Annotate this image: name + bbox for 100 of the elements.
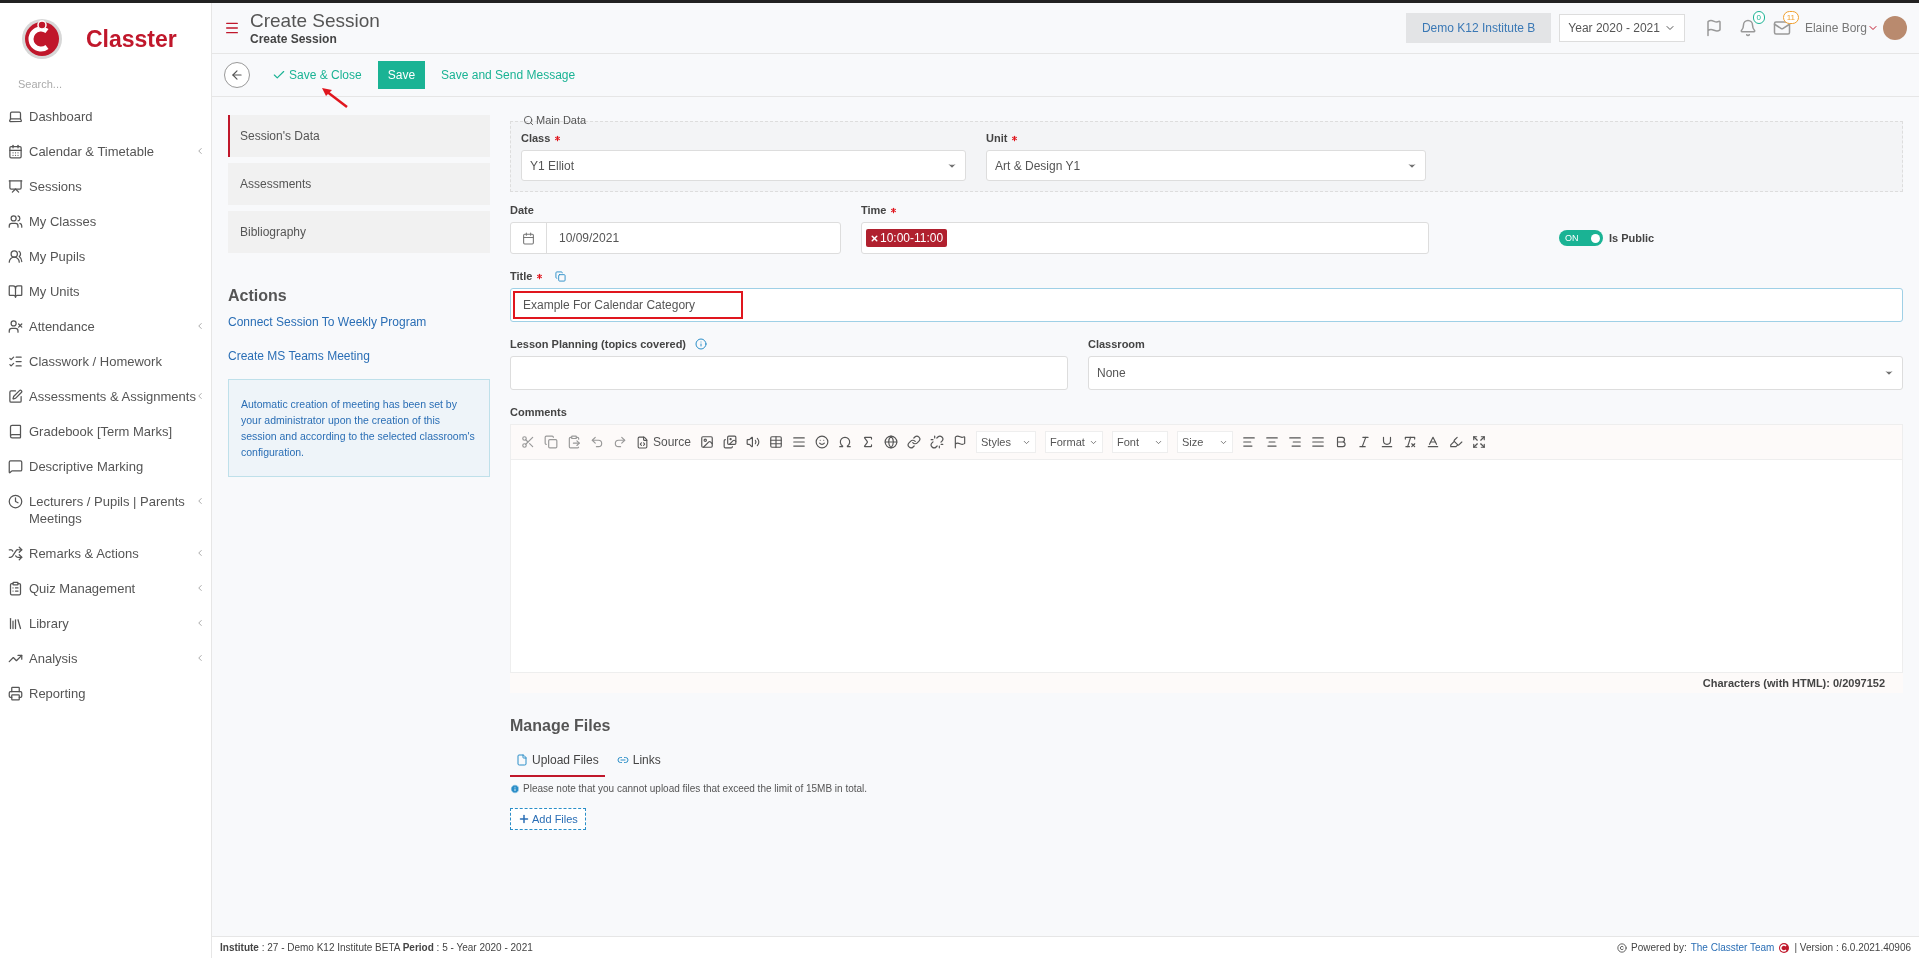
edit-icon <box>8 389 23 404</box>
upload-note: Please note that you cannot upload files that exceed the limit of 15MB in total. <box>523 783 868 794</box>
calendar-icon <box>522 231 535 245</box>
undo-icon[interactable] <box>590 435 604 449</box>
time-tag[interactable]: 10:00-11:00 <box>866 229 948 247</box>
clock-icon <box>8 494 23 509</box>
field-label: Date <box>510 204 534 216</box>
add-files-button[interactable]: Add Files <box>510 808 586 830</box>
sidebar-item[interactable]: Library <box>0 606 211 641</box>
sidebar-item[interactable]: Reporting <box>0 676 211 711</box>
main-data-legend: Main Data <box>536 114 587 126</box>
avatar[interactable] <box>1883 16 1907 40</box>
sidebar-item[interactable]: Remarks & Actions <box>0 536 211 571</box>
sidebar-item[interactable]: Descriptive Marking <box>0 449 211 484</box>
field-label: Time <box>861 204 887 216</box>
sidebar-item[interactable]: Dashboard <box>0 99 211 134</box>
align-center-icon[interactable] <box>1265 435 1280 449</box>
align-justify-icon[interactable] <box>1311 435 1326 449</box>
field-label: Classroom <box>1088 338 1145 350</box>
editor-dropdown[interactable]: Size <box>1177 431 1234 453</box>
text-color-icon[interactable] <box>1426 435 1441 449</box>
clear-format-icon[interactable] <box>1403 435 1418 449</box>
align-left-icon[interactable] <box>1242 435 1257 449</box>
presentation-icon <box>8 179 23 194</box>
sidebar-item[interactable]: My Units <box>0 274 211 309</box>
unit-select[interactable]: Art & Design Y1 <box>986 150 1426 181</box>
date-field[interactable]: 10/09/2021 <box>510 222 841 254</box>
files-tab[interactable]: Upload Files <box>510 747 605 777</box>
maximize-icon[interactable] <box>1472 435 1487 449</box>
flag-icon[interactable] <box>953 435 968 449</box>
logo-icon <box>1778 941 1791 954</box>
horizontal-lines-icon[interactable] <box>792 435 807 449</box>
back-button[interactable] <box>224 62 250 88</box>
files-tab[interactable]: Links <box>610 747 667 777</box>
lesson-planning-field[interactable] <box>510 356 1068 390</box>
flag-icon[interactable] <box>1704 19 1723 37</box>
link-icon[interactable] <box>907 435 922 449</box>
checklist-icon <box>8 354 23 369</box>
unlink-icon[interactable] <box>930 435 945 449</box>
image-icon[interactable] <box>700 435 715 449</box>
mail-icon[interactable] <box>1772 19 1791 37</box>
team-link[interactable]: The Classter Team <box>1690 942 1775 953</box>
search-field[interactable]: Search... <box>16 77 186 91</box>
year-dropdown[interactable]: Year 2020 - 2021 <box>1559 14 1685 42</box>
action-link[interactable]: Create MS Teams Meeting <box>228 349 490 363</box>
paste-icon[interactable] <box>567 435 581 449</box>
side-tab[interactable]: Assessments <box>228 163 490 205</box>
caret-icon <box>1884 368 1894 378</box>
table-icon[interactable] <box>769 435 784 449</box>
editor-dropdown[interactable]: Format <box>1045 431 1104 453</box>
sidebar-item[interactable]: Lecturers / Pupils | Parents Meetings <box>0 484 211 536</box>
title-field[interactable]: Example For Calendar Category <box>510 288 1903 322</box>
sidebar-item[interactable]: My Pupils <box>0 239 211 274</box>
sidebar-item[interactable]: Attendance <box>0 309 211 344</box>
link-icon <box>616 754 629 766</box>
omega-icon[interactable] <box>838 435 853 449</box>
sidebar-item[interactable]: Gradebook [Term Marks] <box>0 414 211 449</box>
redo-icon[interactable] <box>613 435 627 449</box>
sidebar-item[interactable]: Sessions <box>0 169 211 204</box>
clipboard-icon <box>8 581 23 596</box>
sidebar-item[interactable]: Calendar & Timetable <box>0 134 211 169</box>
cut-icon[interactable] <box>521 435 535 449</box>
globe-icon[interactable] <box>884 435 899 449</box>
powered-by-text: Powered by: <box>1631 942 1687 953</box>
sidebar-item[interactable]: Quiz Management <box>0 571 211 606</box>
editor-dropdown[interactable]: Font <box>1112 431 1169 453</box>
check-icon <box>272 68 286 82</box>
copy-icon[interactable] <box>544 435 558 449</box>
arrow-left-icon <box>230 68 244 82</box>
class-select[interactable]: Y1 Elliot <box>521 150 966 181</box>
smiley-icon[interactable] <box>815 435 830 449</box>
align-right-icon[interactable] <box>1288 435 1303 449</box>
sidebar-item[interactable]: My Classes <box>0 204 211 239</box>
action-link[interactable]: Connect Session To Weekly Program <box>228 315 490 329</box>
bold-icon[interactable] <box>1334 435 1349 449</box>
user-name[interactable]: Elaine Borg <box>1804 21 1867 35</box>
toggle-label: Is Public <box>1609 232 1655 244</box>
classroom-select[interactable]: None <box>1088 356 1903 390</box>
editor-dropdown[interactable]: Styles <box>976 431 1037 453</box>
source-button[interactable]: Source <box>636 435 692 449</box>
files-heading: Manage Files <box>510 717 612 735</box>
sidebar-item[interactable]: Analysis <box>0 641 211 676</box>
page-title: Create Session <box>250 10 381 32</box>
comment-icon <box>8 459 23 474</box>
sidebar-item[interactable]: Classwork / Homework <box>0 344 211 379</box>
highlight-icon[interactable] <box>1449 435 1464 449</box>
audio-icon[interactable] <box>746 435 761 449</box>
side-tab[interactable]: Bibliography <box>228 211 490 253</box>
side-tab[interactable]: Session's Data <box>228 115 490 157</box>
underline-icon[interactable] <box>1380 435 1395 449</box>
sidebar-item[interactable]: Assessments & Assignments <box>0 379 211 414</box>
images-icon[interactable] <box>723 435 738 449</box>
bell-icon[interactable] <box>1738 19 1757 37</box>
time-field[interactable]: 10:00-11:00 <box>861 222 1429 254</box>
menu-icon[interactable] <box>224 20 240 36</box>
laptop-icon <box>8 109 23 124</box>
institute-period-info: Institute : 27 - Demo K12 Institute BETA Period : 5 - Year 2020 - 2021 <box>220 942 533 953</box>
italic-icon[interactable] <box>1357 435 1372 449</box>
notification-count: 0 <box>1752 11 1765 24</box>
book-icon <box>8 284 23 299</box>
